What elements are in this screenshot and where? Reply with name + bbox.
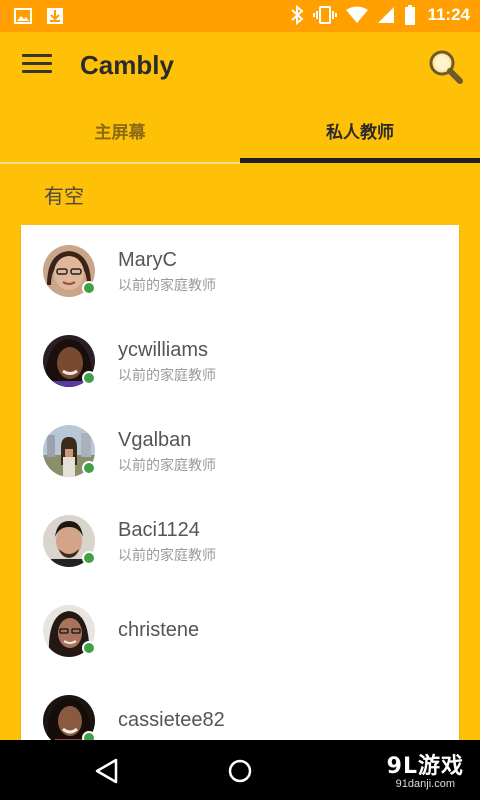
tutor-subtitle: 以前的家庭教师 bbox=[118, 458, 216, 474]
tutor-name: Baci1124 bbox=[118, 519, 200, 541]
watermark: 9L游戏 91danji.com bbox=[387, 748, 464, 790]
navigation-bar: 9L游戏 91danji.com bbox=[0, 740, 480, 800]
tab-bar: 主屏幕 私人教师 bbox=[0, 104, 480, 164]
watermark-logo: 9L游戏 bbox=[386, 754, 464, 779]
tutor-name: Vgalban bbox=[118, 429, 192, 451]
section-title-available: 有空 bbox=[44, 184, 84, 208]
tutor-subtitle: 以前的家庭教师 bbox=[118, 368, 216, 384]
tutor-row[interactable]: Baci1124 以前的家庭教师 bbox=[21, 495, 459, 585]
app-bar: Cambly bbox=[0, 32, 480, 104]
tab-home[interactable]: 主屏幕 bbox=[0, 104, 240, 164]
status-time: 11:24 bbox=[427, 5, 470, 24]
tutor-name: MaryC bbox=[118, 249, 177, 271]
tutor-row[interactable]: Vgalban 以前的家庭教师 bbox=[21, 405, 459, 495]
online-status-dot bbox=[82, 371, 96, 385]
tutor-row[interactable]: ycwilliams 以前的家庭教师 bbox=[21, 315, 459, 405]
wifi-icon bbox=[346, 6, 369, 23]
tutor-name: ycwilliams bbox=[118, 339, 208, 361]
signal-icon bbox=[378, 7, 395, 23]
tutor-list: MaryC 以前的家庭教师 ycwilliams 以前的家庭教师 Vgalban… bbox=[21, 225, 459, 740]
tutor-subtitle: 以前的家庭教师 bbox=[118, 548, 216, 564]
online-status-dot bbox=[82, 731, 96, 740]
online-status-dot bbox=[82, 281, 96, 295]
vibrate-icon bbox=[313, 6, 338, 24]
status-bar: 11:24 bbox=[0, 0, 480, 32]
online-status-dot bbox=[82, 461, 96, 475]
download-icon bbox=[47, 8, 63, 24]
bluetooth-icon bbox=[291, 5, 304, 25]
battery-icon bbox=[405, 5, 416, 25]
tab-private-tutors[interactable]: 私人教师 bbox=[240, 104, 480, 164]
home-icon[interactable] bbox=[226, 757, 254, 785]
back-icon[interactable] bbox=[92, 756, 122, 786]
tutor-subtitle: 以前的家庭教师 bbox=[118, 278, 216, 294]
online-status-dot bbox=[82, 551, 96, 565]
tutor-row[interactable]: cassietee82 bbox=[21, 675, 459, 740]
tutor-row[interactable]: MaryC 以前的家庭教师 bbox=[21, 225, 459, 315]
hamburger-menu-icon[interactable] bbox=[22, 54, 52, 80]
online-status-dot bbox=[82, 641, 96, 655]
tutor-row[interactable]: christene bbox=[21, 585, 459, 675]
image-icon bbox=[14, 8, 32, 24]
watermark-url: 91danji.com bbox=[395, 778, 455, 790]
tutor-name: cassietee82 bbox=[118, 709, 225, 731]
app-title: Cambly bbox=[80, 50, 174, 80]
search-icon[interactable] bbox=[426, 48, 466, 88]
tab-divider bbox=[0, 162, 240, 164]
tab-indicator bbox=[240, 158, 480, 163]
tutor-name: christene bbox=[118, 619, 200, 641]
